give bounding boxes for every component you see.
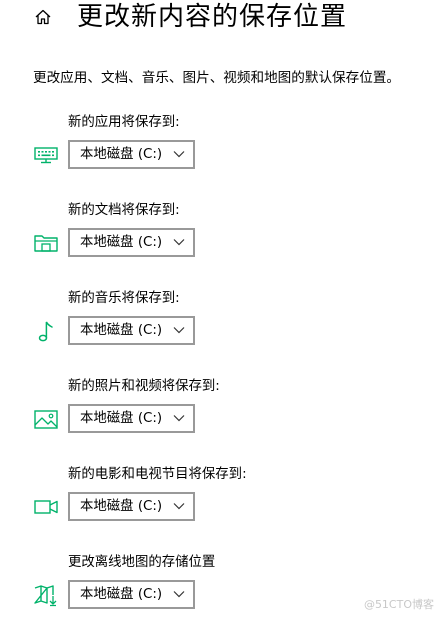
photos-location-dropdown[interactable]: 本地磁盘 (C:) (68, 404, 195, 433)
apps-location-dropdown[interactable]: 本地磁盘 (C:) (68, 140, 195, 169)
music-save-label: 新的音乐将保存到: (68, 291, 180, 306)
movies-save-label: 新的电影和电视节目将保存到: (68, 467, 247, 482)
documents-save-label: 新的文档将保存到: (68, 203, 180, 218)
apps-save-label: 新的应用将保存到: (68, 115, 180, 130)
documents-location-dropdown[interactable]: 本地磁盘 (C:) (68, 228, 195, 257)
offline-maps-location-value: 本地磁盘 (C:) (80, 587, 163, 602)
photos-location-value: 本地磁盘 (C:) (80, 411, 163, 426)
music-location-value: 本地磁盘 (C:) (80, 323, 163, 338)
folder-icon (33, 230, 59, 256)
music-note-icon (33, 318, 59, 344)
chevron-down-icon (173, 591, 185, 598)
page-description: 更改应用、文档、音乐、图片、视频和地图的默认保存位置。 (33, 70, 401, 86)
offline-maps-location-dropdown[interactable]: 本地磁盘 (C:) (68, 580, 195, 609)
home-button[interactable] (32, 6, 54, 28)
photos-save-label: 新的照片和视频将保存到: (68, 379, 220, 394)
documents-location-value: 本地磁盘 (C:) (80, 235, 163, 250)
movies-location-value: 本地磁盘 (C:) (80, 499, 163, 514)
chevron-down-icon (173, 503, 185, 510)
movies-location-dropdown[interactable]: 本地磁盘 (C:) (68, 492, 195, 521)
video-camera-icon (33, 494, 59, 520)
watermark: @51CTO博客 (363, 598, 434, 611)
map-download-icon (33, 582, 59, 608)
music-location-dropdown[interactable]: 本地磁盘 (C:) (68, 316, 195, 345)
picture-icon (33, 406, 59, 432)
offline-maps-label: 更改离线地图的存储位置 (68, 555, 216, 570)
page-title: 更改新内容的保存位置 (77, 2, 348, 32)
chevron-down-icon (173, 239, 185, 246)
apps-location-value: 本地磁盘 (C:) (80, 147, 163, 162)
chevron-down-icon (173, 327, 185, 334)
home-icon (35, 9, 51, 25)
chevron-down-icon (173, 415, 185, 422)
chevron-down-icon (173, 151, 185, 158)
keyboard-icon (33, 142, 59, 168)
header (32, 0, 54, 34)
